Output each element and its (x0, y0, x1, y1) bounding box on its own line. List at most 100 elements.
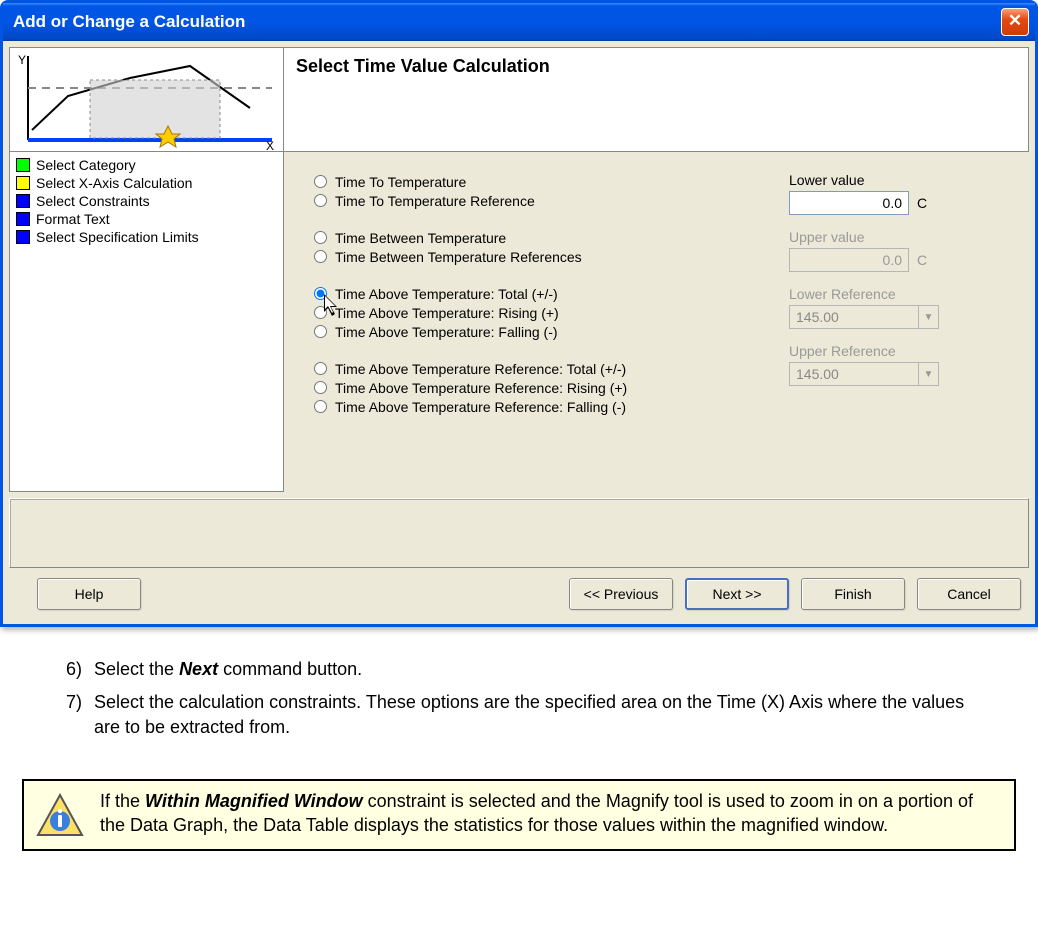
preview-graph: Y X (9, 47, 284, 152)
nav-item-select-constraints[interactable]: Select Constraints (10, 192, 283, 210)
radio-label: Time Above Temperature: Rising (+) (335, 305, 559, 321)
lower-ref-combo: 145.00 ▼ (789, 305, 939, 329)
nav-label: Select X-Axis Calculation (36, 175, 192, 191)
cancel-button[interactable]: Cancel (917, 578, 1021, 610)
info-icon (36, 793, 84, 841)
radio-label: Time To Temperature (335, 174, 466, 190)
nav-label: Format Text (36, 211, 110, 227)
step-status-icon (16, 230, 30, 244)
radio-above-temp-ref-falling[interactable]: Time Above Temperature Reference: Fallin… (314, 397, 749, 416)
close-button[interactable]: ✕ (1001, 8, 1029, 36)
chart-thumbnail-icon: Y X (10, 48, 283, 151)
chevron-down-icon: ▼ (918, 363, 938, 385)
nav-item-format-text[interactable]: Format Text (10, 210, 283, 228)
radio-input[interactable] (314, 362, 327, 375)
radio-input[interactable] (314, 250, 327, 263)
svg-text:Y: Y (18, 53, 26, 67)
right-column: Select Time Value Calculation Time To Te… (284, 47, 1029, 492)
info-note: If the Within Magnified Window constrain… (22, 779, 1016, 851)
upper-value-label: Upper value (789, 229, 999, 245)
previous-button[interactable]: << Previous (569, 578, 673, 610)
page-header: Select Time Value Calculation (284, 47, 1029, 152)
radio-input[interactable] (314, 306, 327, 319)
radio-label: Time Above Temperature: Falling (-) (335, 324, 558, 340)
radio-input[interactable] (314, 325, 327, 338)
step-status-icon (16, 194, 30, 208)
upper-ref-value: 145.00 (796, 366, 839, 382)
help-button[interactable]: Help (37, 578, 141, 610)
doc-steps: 6) Select the Next command button. 7) Se… (0, 627, 1038, 769)
step-status-icon (16, 158, 30, 172)
radio-time-between-temp[interactable]: Time Between Temperature (314, 228, 749, 247)
nav-label: Select Specification Limits (36, 229, 199, 245)
dialog-window: Add or Change a Calculation ✕ Y X (0, 0, 1038, 627)
step-number: 6) (60, 657, 94, 682)
radio-label: Time Above Temperature Reference: Rising… (335, 380, 627, 396)
radio-above-temp-ref-rising[interactable]: Time Above Temperature Reference: Rising… (314, 378, 749, 397)
radio-above-temp-total[interactable]: Time Above Temperature: Total (+/-) (314, 284, 749, 303)
lower-value-input[interactable] (789, 191, 909, 215)
wizard-steps-list: Select Category Select X-Axis Calculatio… (9, 152, 284, 492)
lower-ref-label: Lower Reference (789, 286, 999, 302)
radio-label: Time Between Temperature (335, 230, 506, 246)
upper-value-block: Upper value C (789, 229, 999, 272)
lower-ref-block: Lower Reference 145.00 ▼ (789, 286, 999, 329)
radio-above-temp-falling[interactable]: Time Above Temperature: Falling (-) (314, 322, 749, 341)
radio-time-between-temp-ref[interactable]: Time Between Temperature References (314, 247, 749, 266)
radio-input[interactable] (314, 381, 327, 394)
nav-label: Select Category (36, 157, 136, 173)
radio-input[interactable] (314, 400, 327, 413)
window-title: Add or Change a Calculation (13, 12, 245, 32)
lower-value-block: Lower value C (789, 172, 999, 215)
doc-step-6: 6) Select the Next command button. (60, 657, 978, 682)
radio-group-2: Time Between Temperature Time Between Te… (314, 228, 749, 266)
radio-input[interactable] (314, 231, 327, 244)
next-button[interactable]: Next >> (685, 578, 789, 610)
upper-value-unit: C (917, 252, 927, 268)
radio-input[interactable] (314, 287, 327, 300)
page-title: Select Time Value Calculation (296, 56, 550, 76)
radio-label: Time Between Temperature References (335, 249, 582, 265)
nav-item-select-category[interactable]: Select Category (10, 156, 283, 174)
close-icon: ✕ (1008, 11, 1022, 30)
nav-item-spec-limits[interactable]: Select Specification Limits (10, 228, 283, 246)
step-status-icon (16, 212, 30, 226)
radio-time-to-temp[interactable]: Time To Temperature (314, 172, 749, 191)
button-row: Help << Previous Next >> Finish Cancel (3, 568, 1035, 624)
step-status-icon (16, 176, 30, 190)
chevron-down-icon: ▼ (918, 306, 938, 328)
doc-step-7: 7) Select the calculation constraints. T… (60, 690, 978, 740)
upper-value-input (789, 248, 909, 272)
radio-label: Time Above Temperature Reference: Fallin… (335, 399, 626, 415)
titlebar[interactable]: Add or Change a Calculation ✕ (3, 3, 1035, 41)
step-text: Select the calculation constraints. Thes… (94, 690, 978, 740)
left-column: Y X Select Category Select X-Axis Calcul… (9, 47, 284, 492)
radio-label: Time Above Temperature: Total (+/-) (335, 286, 558, 302)
lower-value-unit: C (917, 195, 927, 211)
finish-button[interactable]: Finish (801, 578, 905, 610)
lower-ref-value: 145.00 (796, 309, 839, 325)
nav-item-select-xaxis[interactable]: Select X-Axis Calculation (10, 174, 283, 192)
radio-label: Time Above Temperature Reference: Total … (335, 361, 626, 377)
step-number: 7) (60, 690, 94, 740)
radio-time-to-temp-ref[interactable]: Time To Temperature Reference (314, 191, 749, 210)
nav-label: Select Constraints (36, 193, 150, 209)
radio-group-3: Time Above Temperature: Total (+/-) Time… (314, 284, 749, 341)
value-column: Lower value C Upper value C (789, 172, 999, 482)
note-text: If the Within Magnified Window constrain… (100, 789, 1002, 838)
upper-ref-label: Upper Reference (789, 343, 999, 359)
upper-ref-block: Upper Reference 145.00 ▼ (789, 343, 999, 386)
radio-label: Time To Temperature Reference (335, 193, 535, 209)
upper-ref-combo: 145.00 ▼ (789, 362, 939, 386)
radio-group-4: Time Above Temperature Reference: Total … (314, 359, 749, 416)
spacer-panel (9, 498, 1029, 568)
dialog-body: Y X Select Category Select X-Axis Calcul… (3, 41, 1035, 498)
radio-input[interactable] (314, 194, 327, 207)
radio-column: Time To Temperature Time To Temperature … (314, 172, 749, 482)
svg-text:X: X (266, 139, 274, 151)
radio-above-temp-ref-total[interactable]: Time Above Temperature Reference: Total … (314, 359, 749, 378)
step-text: Select the Next command button. (94, 657, 978, 682)
radio-input[interactable] (314, 175, 327, 188)
radio-above-temp-rising[interactable]: Time Above Temperature: Rising (+) (314, 303, 749, 322)
content-area: Time To Temperature Time To Temperature … (284, 152, 1029, 492)
